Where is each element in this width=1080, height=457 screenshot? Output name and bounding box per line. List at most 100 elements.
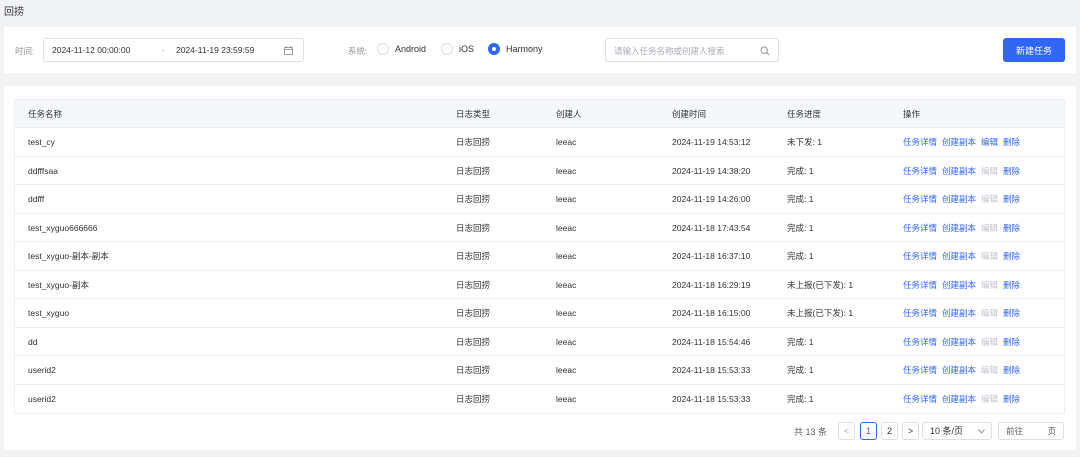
cell-task-name: ddfffsaa	[28, 165, 58, 176]
cell-task-name: test_xyguo666666	[28, 222, 98, 233]
cell-created-time: 2024-11-18 16:37:10	[672, 251, 751, 261]
header-progress: 任务进度	[787, 109, 822, 119]
cell-creator: leeac	[556, 137, 577, 147]
create-copy-link[interactable]: 创建副本	[942, 365, 976, 375]
header-creator: 创建人	[556, 109, 582, 119]
search-box[interactable]	[605, 38, 779, 62]
cell-log-type: 日志回捞	[456, 165, 491, 176]
cell-creator: leeac	[556, 393, 577, 404]
radio-harmony-label[interactable]: Harmony	[506, 44, 543, 54]
cell-task-name: dd	[28, 336, 38, 347]
cell-log-type: 日志回捞	[456, 308, 491, 318]
create-copy-link[interactable]: 创建副本	[942, 166, 976, 176]
table-body: test_cy 日志回捞 leeac 2024-11-19 14:53:12 未下发: …	[15, 128, 1064, 413]
table-row: userid2 日志回捞 leeac 2024-11-18 15:53:33 完成: 1…	[15, 385, 1064, 414]
edit-link[interactable]: 编辑	[981, 137, 998, 147]
cell-log-type: 日志回捞	[456, 365, 491, 375]
create-copy-link[interactable]: 创建副本	[942, 337, 976, 347]
header-task-name: 任务名称	[28, 109, 63, 119]
create-copy-link[interactable]: 创建副本	[942, 280, 976, 290]
create-copy-link[interactable]: 创建副本	[942, 194, 976, 204]
date-end[interactable]: 2024-11-19 23:59:59	[176, 45, 254, 55]
cell-creator: leeac	[556, 365, 577, 375]
page-size-select[interactable]: 10 条/页	[922, 422, 992, 440]
delete-link[interactable]: 删除	[1003, 137, 1020, 147]
header-created-time: 创建时间	[672, 109, 707, 119]
cell-creator: leeac	[556, 251, 577, 261]
goto-label: 前往	[1006, 426, 1024, 436]
cell-progress: 完成: 1	[787, 365, 814, 375]
search-icon[interactable]	[760, 46, 770, 56]
new-task-button[interactable]: 新建任务	[1003, 38, 1065, 62]
row-actions: 任务详情 创建副本 编辑 删除	[903, 356, 1025, 384]
cell-progress: 未上报(已下发): 1	[787, 279, 854, 290]
page-2-button[interactable]: 2	[881, 422, 898, 440]
task-detail-link[interactable]: 任务详情	[903, 394, 937, 404]
cell-progress: 完成: 1	[787, 393, 814, 404]
task-detail-link[interactable]: 任务详情	[903, 280, 937, 290]
create-copy-link[interactable]: 创建副本	[942, 223, 976, 233]
goto-page-input[interactable]: 前往 页	[998, 422, 1064, 440]
task-detail-link[interactable]: 任务详情	[903, 223, 937, 233]
cell-log-type: 日志回捞	[456, 222, 491, 233]
radio-harmony[interactable]	[488, 43, 500, 55]
task-detail-link[interactable]: 任务详情	[903, 137, 937, 147]
delete-link[interactable]: 删除	[1003, 337, 1020, 347]
cell-created-time: 2024-11-18 15:54:46	[672, 336, 751, 347]
page-title: 回捞	[4, 7, 24, 18]
cell-log-type: 日志回捞	[456, 137, 491, 147]
table-header: 任务名称 日志类型 创建人 创建时间 任务进度 操作	[15, 100, 1064, 128]
create-copy-link[interactable]: 创建副本	[942, 251, 976, 261]
table-row: test_xyguo666666 日志回捞 leeac 2024-11-18 17:4…	[15, 214, 1064, 242]
page-1-button[interactable]: 1	[860, 422, 877, 440]
radio-android-label[interactable]: Android	[395, 44, 426, 54]
radio-android[interactable]	[377, 43, 389, 55]
delete-link[interactable]: 删除	[1003, 365, 1020, 375]
edit-link: 编辑	[981, 194, 999, 204]
delete-link[interactable]: 删除	[1003, 194, 1020, 204]
cell-task-name: ddfff	[28, 194, 45, 204]
cell-log-type: 日志回捞	[456, 393, 491, 404]
cell-log-type: 日志回捞	[456, 194, 491, 204]
task-detail-link[interactable]: 任务详情	[903, 365, 937, 375]
system-label: 系统:	[348, 46, 368, 56]
row-actions: 任务详情 创建副本 编辑 删除	[903, 328, 1025, 356]
task-detail-link[interactable]: 任务详情	[903, 251, 937, 261]
calendar-icon[interactable]	[284, 46, 293, 55]
header-log-type: 日志类型	[456, 109, 491, 119]
task-detail-link[interactable]: 任务详情	[903, 194, 937, 204]
cell-creator: leeac	[556, 279, 577, 290]
date-start[interactable]: 2024-11-12 00:00:00	[52, 45, 130, 55]
date-range-picker[interactable]: 2024-11-12 00:00:00 - 2024-11-19 23:59:5…	[43, 38, 304, 62]
search-input[interactable]	[614, 44, 754, 57]
cell-progress: 完成: 1	[787, 251, 814, 261]
delete-link[interactable]: 删除	[1003, 251, 1020, 261]
delete-link[interactable]: 删除	[1003, 394, 1020, 404]
delete-link[interactable]: 删除	[1003, 280, 1020, 290]
radio-ios[interactable]	[441, 43, 453, 55]
task-detail-link[interactable]: 任务详情	[903, 166, 937, 176]
cell-progress: 未下发: 1	[787, 137, 822, 147]
cell-progress: 未上报(已下发): 1	[787, 308, 854, 318]
cell-created-time: 2024-11-18 16:15:00	[672, 308, 751, 318]
cell-creator: leeac	[556, 222, 577, 233]
create-copy-link[interactable]: 创建副本	[942, 308, 976, 318]
prev-page-button[interactable]: <	[838, 422, 855, 440]
cell-creator: leeac	[556, 308, 577, 318]
cell-created-time: 2024-11-19 14:38:20	[672, 165, 751, 176]
pagination: 共 13 条 < 1 2 > 10 条/页 前往 页	[4, 422, 1076, 440]
create-copy-link[interactable]: 创建副本	[942, 137, 976, 147]
create-copy-link[interactable]: 创建副本	[942, 394, 976, 404]
cell-log-type: 日志回捞	[456, 251, 491, 261]
task-detail-link[interactable]: 任务详情	[903, 308, 937, 318]
task-detail-link[interactable]: 任务详情	[903, 337, 937, 347]
cell-progress: 完成: 1	[787, 194, 814, 204]
row-actions: 任务详情 创建副本 编辑 删除	[903, 299, 1025, 327]
next-page-button[interactable]: >	[902, 422, 919, 440]
radio-ios-label[interactable]: iOS	[459, 44, 474, 54]
date-separator: -	[162, 45, 165, 55]
delete-link[interactable]: 删除	[1003, 308, 1020, 318]
delete-link[interactable]: 删除	[1003, 223, 1020, 233]
edit-link: 编辑	[981, 308, 999, 318]
delete-link[interactable]: 删除	[1003, 166, 1020, 176]
